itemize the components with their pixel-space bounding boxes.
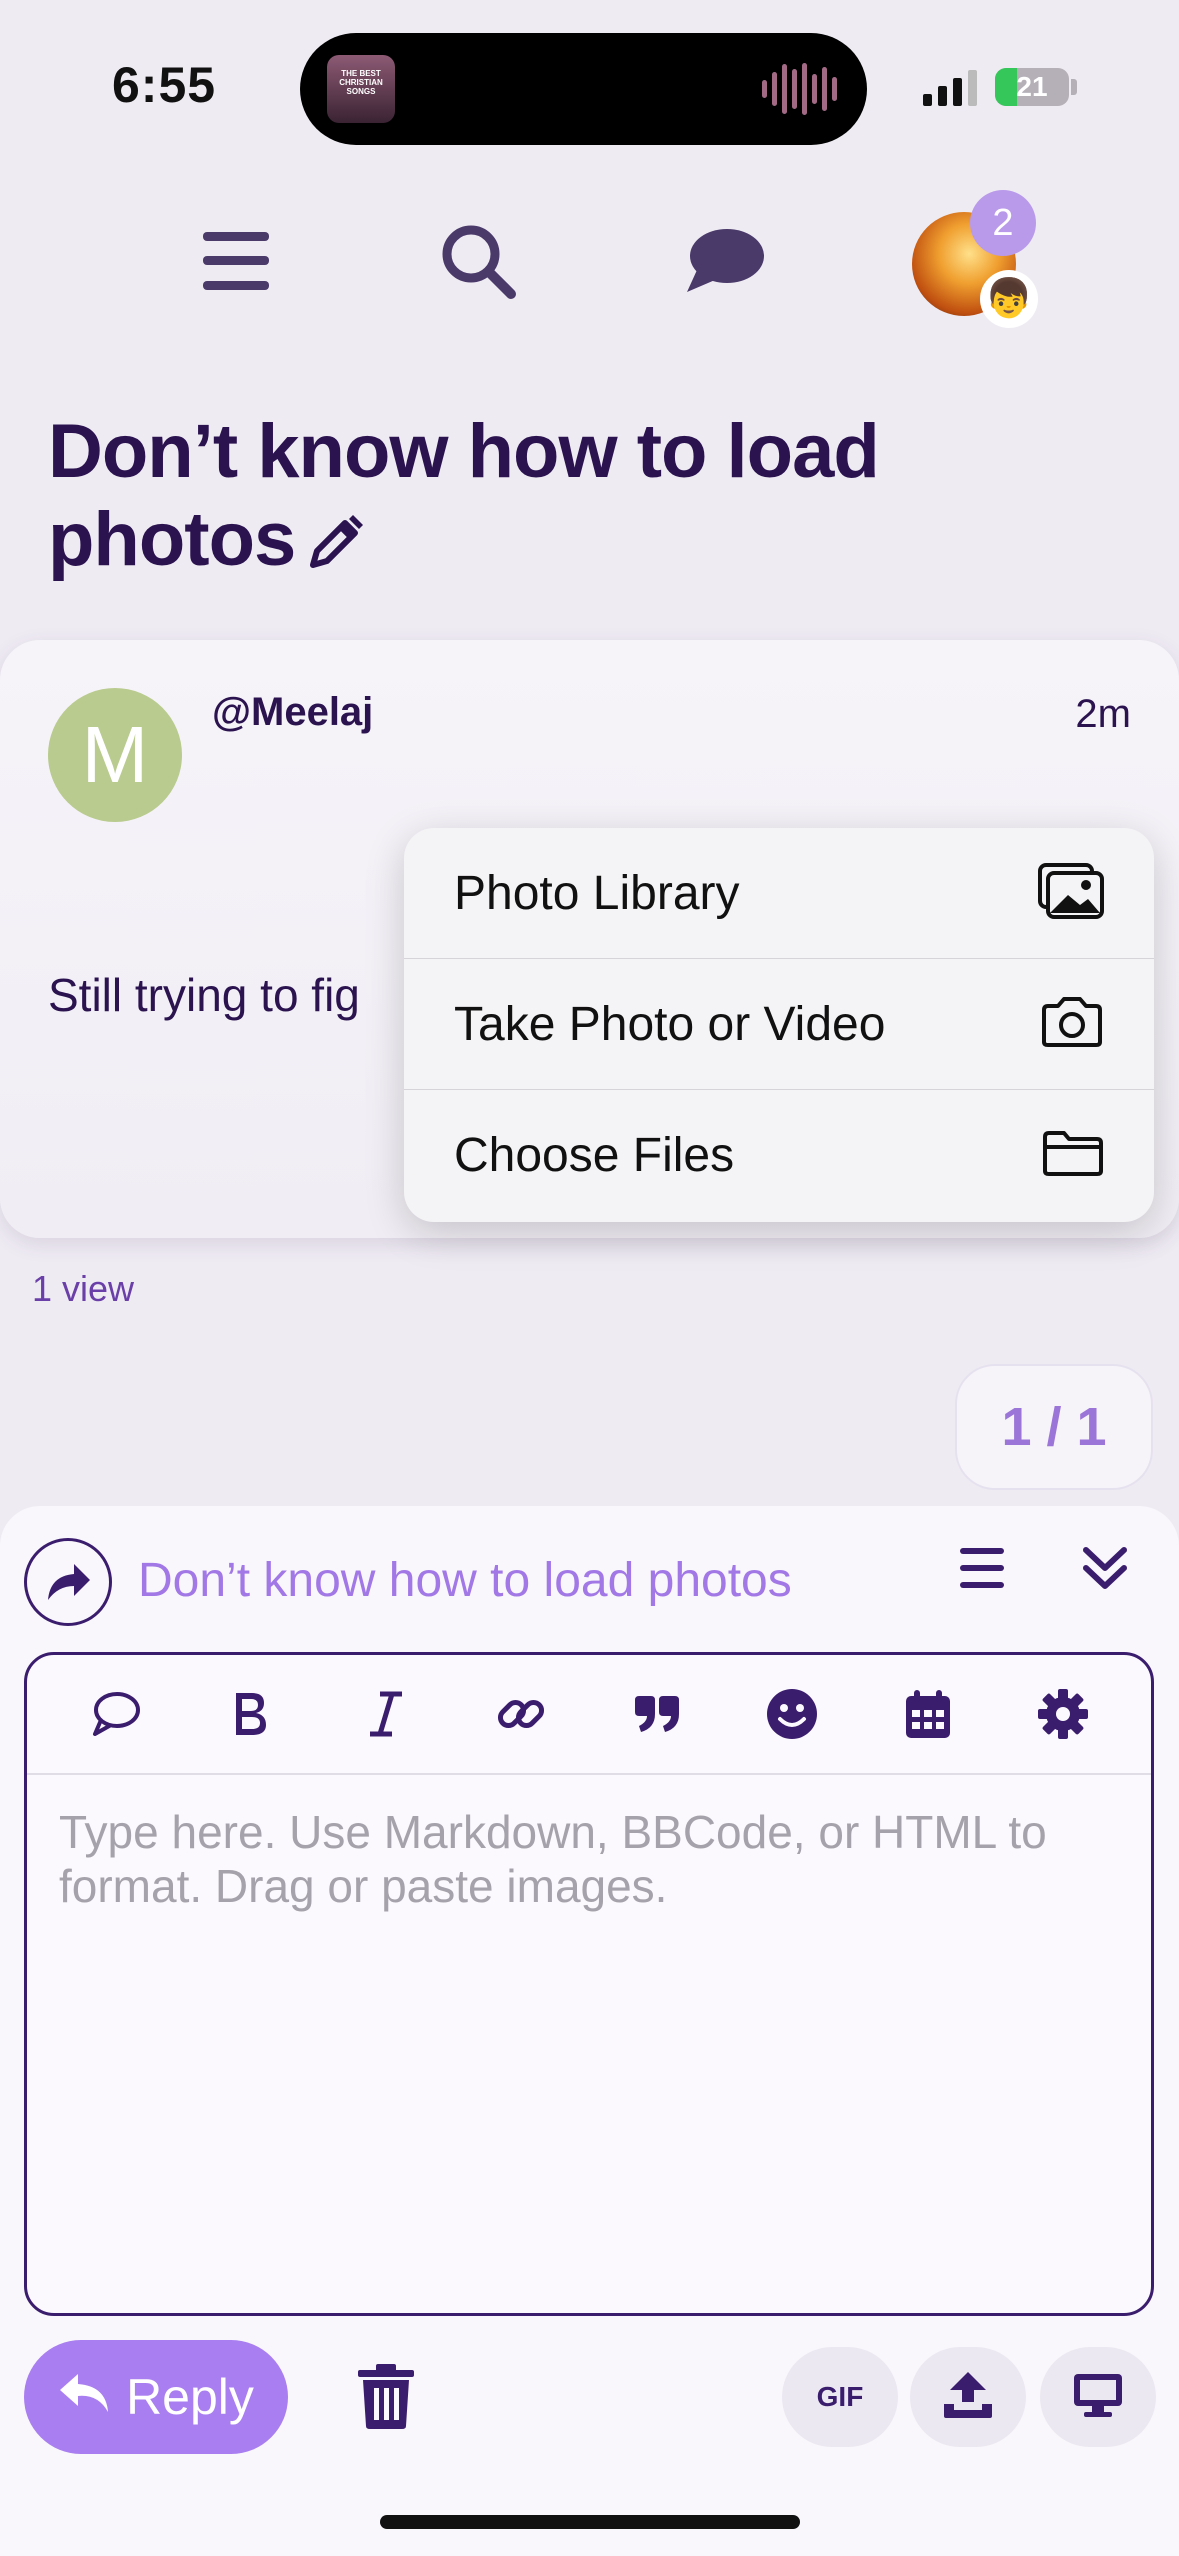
editor-textarea[interactable]: Type here. Use Markdown, BBCode, or HTML… — [59, 1805, 1111, 1913]
collapse-composer-icon[interactable] — [1082, 1544, 1128, 1597]
editor-toolbar — [27, 1655, 1151, 1775]
post-body: Still trying to fig — [48, 969, 360, 1021]
composer-editor: Type here. Use Markdown, BBCode, or HTML… — [24, 1652, 1154, 2316]
album-art: THE BEST CHRISTIAN SONGS — [327, 55, 395, 123]
post-timestamp[interactable]: 2m — [1075, 692, 1131, 737]
italic-icon[interactable] — [351, 1679, 421, 1749]
desktop-icon — [1072, 2372, 1124, 2423]
menu-item-photo-library[interactable]: Photo Library — [404, 828, 1154, 959]
status-time: 6:55 — [112, 57, 217, 113]
menu-item-label: Take Photo or Video — [454, 997, 886, 1051]
battery-nub — [1071, 79, 1077, 95]
camera-icon — [1040, 996, 1104, 1053]
user-status-emoji: 👦 — [980, 270, 1038, 328]
bold-icon[interactable] — [215, 1679, 285, 1749]
link-icon[interactable] — [486, 1679, 556, 1749]
home-indicator[interactable] — [380, 2515, 800, 2529]
cellular-signal-icon — [923, 66, 977, 106]
menu-item-label: Choose Files — [454, 1129, 735, 1182]
toggle-preview-icon[interactable] — [960, 1548, 1004, 1593]
fullscreen-desktop-button[interactable] — [1040, 2347, 1156, 2447]
topic-title: Don’t know how to load photos — [48, 409, 880, 582]
battery-level: 21 — [1016, 71, 1048, 102]
post-avatar[interactable]: M — [48, 688, 182, 822]
calendar-icon[interactable] — [893, 1679, 963, 1749]
discard-trash-icon[interactable] — [356, 2364, 416, 2435]
view-count: 1 view — [32, 1268, 135, 1309]
reply-arrow-icon — [58, 2368, 110, 2426]
settings-gear-icon[interactable] — [1028, 1679, 1098, 1749]
folder-icon — [1042, 1129, 1104, 1182]
dynamic-island[interactable]: THE BEST CHRISTIAN SONGS — [300, 33, 867, 145]
quote-bubble-icon[interactable] — [80, 1679, 150, 1749]
search-icon[interactable] — [433, 216, 523, 306]
notification-badge: 2 — [970, 190, 1036, 256]
gif-button[interactable]: GIF — [782, 2347, 898, 2447]
post-username[interactable]: @Meelaj — [212, 690, 373, 735]
audio-wave-icon — [762, 63, 837, 115]
upload-icon — [942, 2370, 994, 2425]
menu-item-choose-files[interactable]: Choose Files — [404, 1090, 1154, 1221]
hamburger-menu-icon[interactable] — [191, 216, 281, 306]
reply-share-icon[interactable] — [24, 1538, 112, 1626]
composer-reply-title[interactable]: Don’t know how to load photos — [138, 1553, 792, 1608]
page-title: Don’t know how to load photos — [48, 408, 1098, 592]
emoji-icon[interactable] — [757, 1679, 827, 1749]
edit-pencil-icon[interactable] — [305, 504, 365, 592]
reply-button[interactable]: Reply — [24, 2340, 288, 2454]
chat-icon[interactable] — [680, 216, 770, 306]
reply-button-label: Reply — [126, 2369, 254, 2425]
upload-button[interactable] — [910, 2347, 1026, 2447]
post-pager[interactable]: 1 / 1 — [955, 1364, 1153, 1490]
menu-item-label: Photo Library — [454, 866, 740, 920]
battery-icon: 21 — [995, 68, 1069, 106]
photo-library-icon — [1038, 862, 1104, 924]
blockquote-icon[interactable] — [622, 1679, 692, 1749]
menu-item-take-photo[interactable]: Take Photo or Video — [404, 959, 1154, 1090]
attach-menu: Photo Library Take Photo or Video Choose… — [404, 828, 1154, 1222]
